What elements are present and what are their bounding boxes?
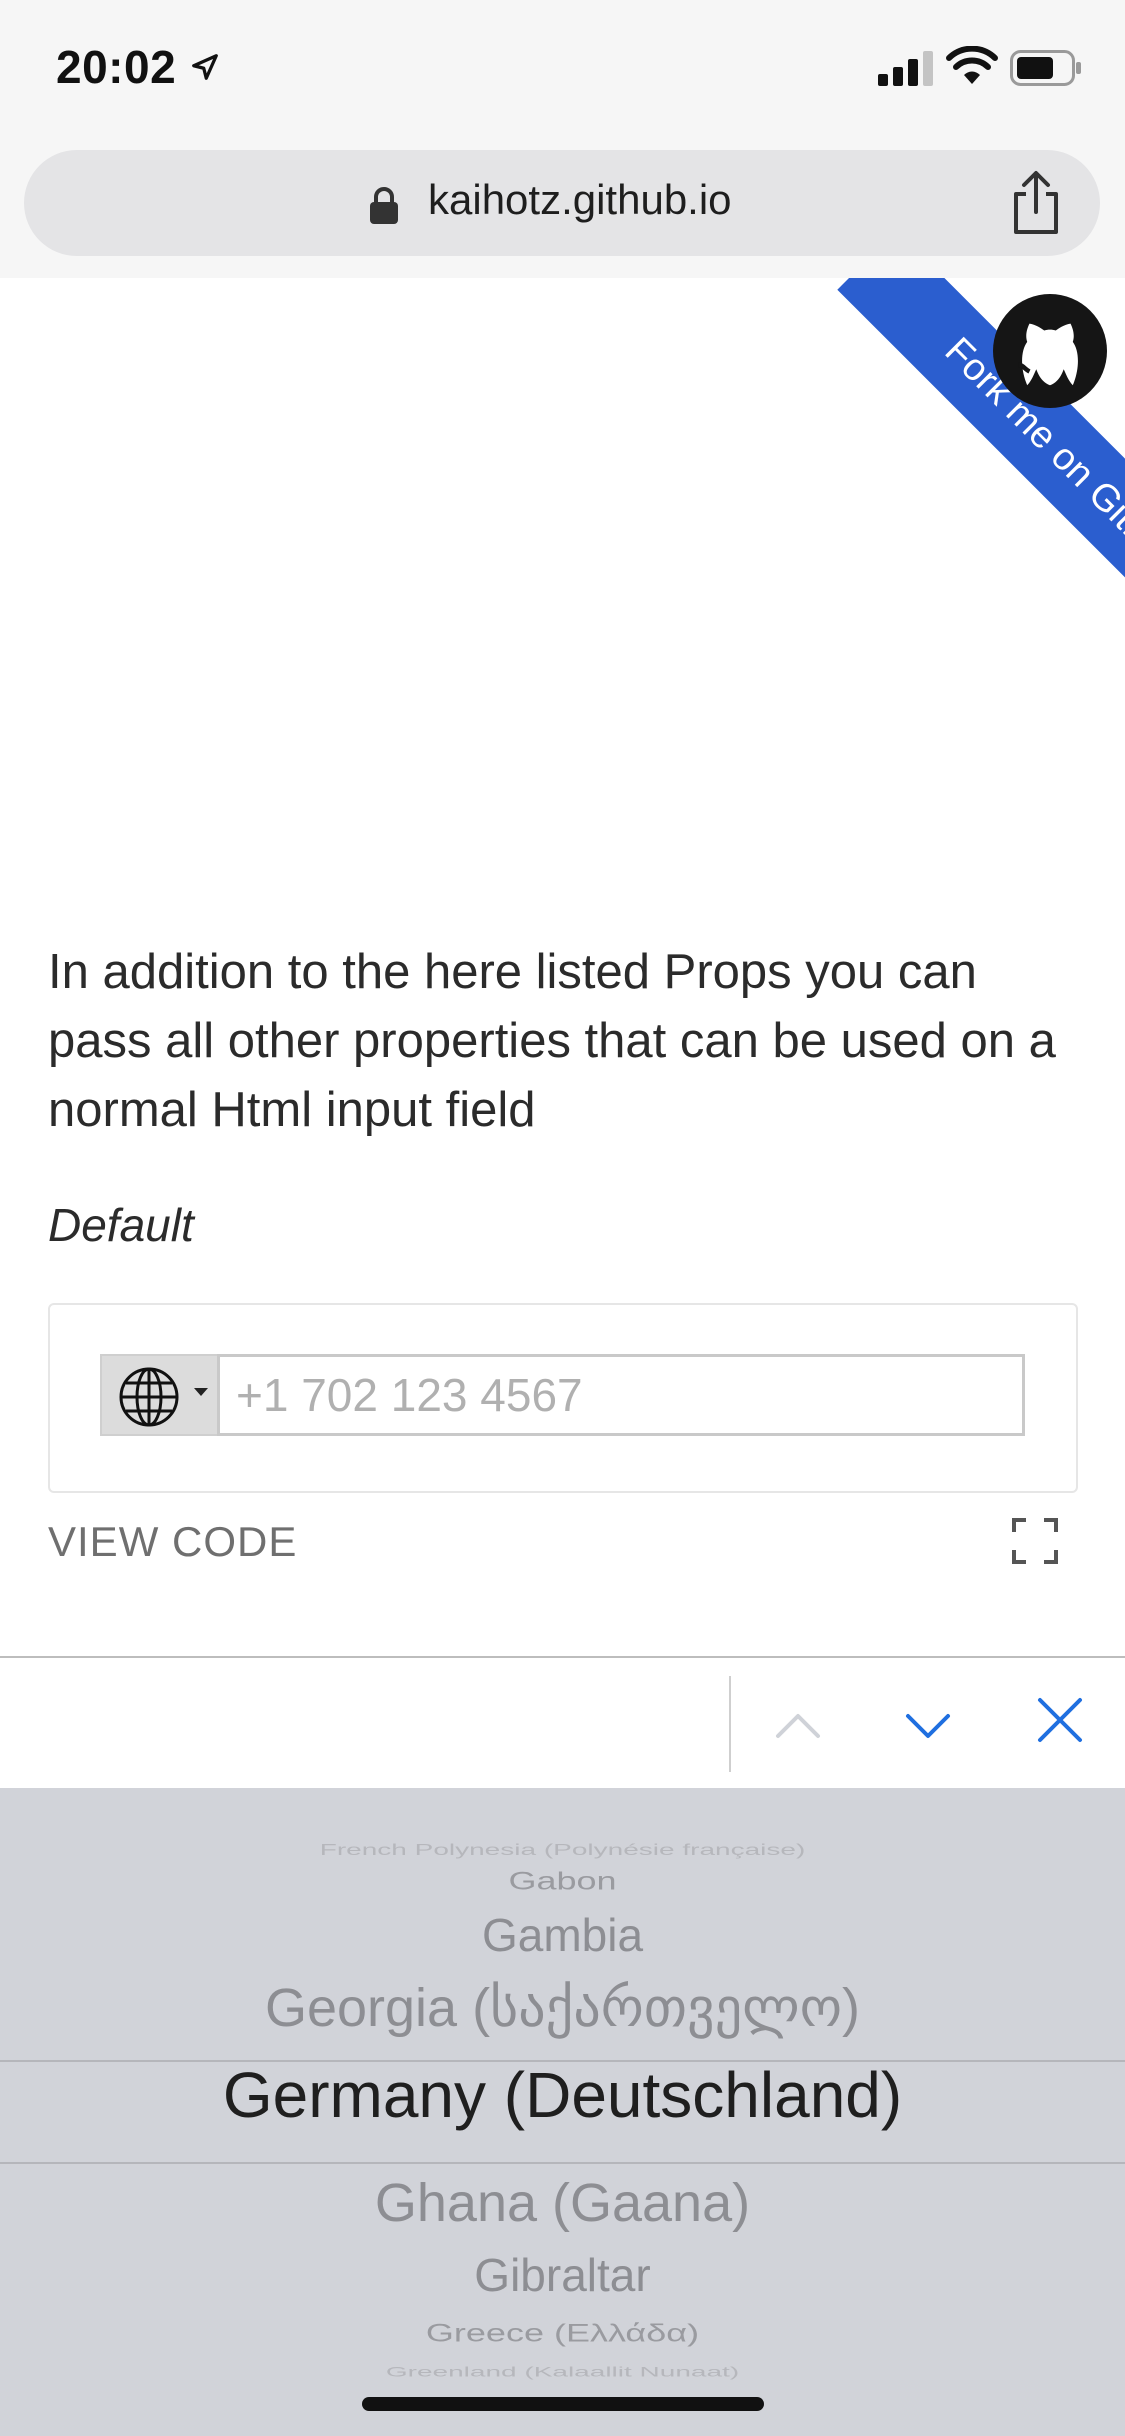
status-time: 20:02 <box>56 41 177 93</box>
lock-icon <box>370 187 398 224</box>
picker-option-selected[interactable]: Germany (Deutschland) <box>0 2058 1125 2132</box>
page-content: Fork me on GitHub In addition to the her… <box>0 278 1125 1658</box>
picker-option[interactable]: Greece (Ελλάδα) <box>0 2318 1125 2347</box>
chevron-down-icon[interactable] <box>194 1388 208 1396</box>
battery-icon <box>1010 50 1081 86</box>
props-description: In addition to the here listed Props you… <box>48 945 1056 1137</box>
close-icon[interactable] <box>1036 1696 1084 1744</box>
country-picker-wheel[interactable]: French Polynesia (Polynésie française) G… <box>0 1788 1125 2436</box>
globe-icon[interactable] <box>118 1366 180 1428</box>
view-code-button[interactable]: VIEW CODE <box>48 1518 297 1566</box>
wifi-icon <box>946 46 998 84</box>
picker-option[interactable]: Greenland (Kalaallit Nunaat) <box>0 2364 1125 2380</box>
example-heading: Default <box>48 1199 194 1251</box>
picker-option[interactable]: Gabon <box>0 1866 1125 1895</box>
url-text[interactable]: kaihotz.github.io <box>428 176 732 224</box>
location-arrow-icon <box>192 54 218 80</box>
picker-option[interactable]: Gambia <box>0 1908 1125 1962</box>
home-indicator[interactable] <box>362 2397 764 2411</box>
picker-option[interactable]: French Polynesia (Polynésie française) <box>0 1841 1125 1859</box>
chevron-down-icon[interactable] <box>902 1700 954 1752</box>
picker-option[interactable]: Ghana (Gaana) <box>0 2172 1125 2234</box>
picker-option[interactable]: Gibraltar <box>0 2248 1125 2302</box>
fullscreen-icon[interactable] <box>1012 1518 1058 1564</box>
picker-option[interactable]: Georgia (საქართველო) <box>0 1976 1125 2039</box>
cellular-signal-icon <box>878 51 933 86</box>
accessory-divider <box>729 1676 731 1772</box>
share-icon[interactable] <box>1008 170 1064 236</box>
keyboard-accessory-bar <box>0 1656 1125 1790</box>
selection-indicator-bottom <box>0 2162 1125 2164</box>
phone-number-input[interactable] <box>217 1354 1025 1436</box>
chevron-up-icon[interactable] <box>772 1700 824 1752</box>
github-octocat-icon[interactable] <box>993 294 1107 408</box>
